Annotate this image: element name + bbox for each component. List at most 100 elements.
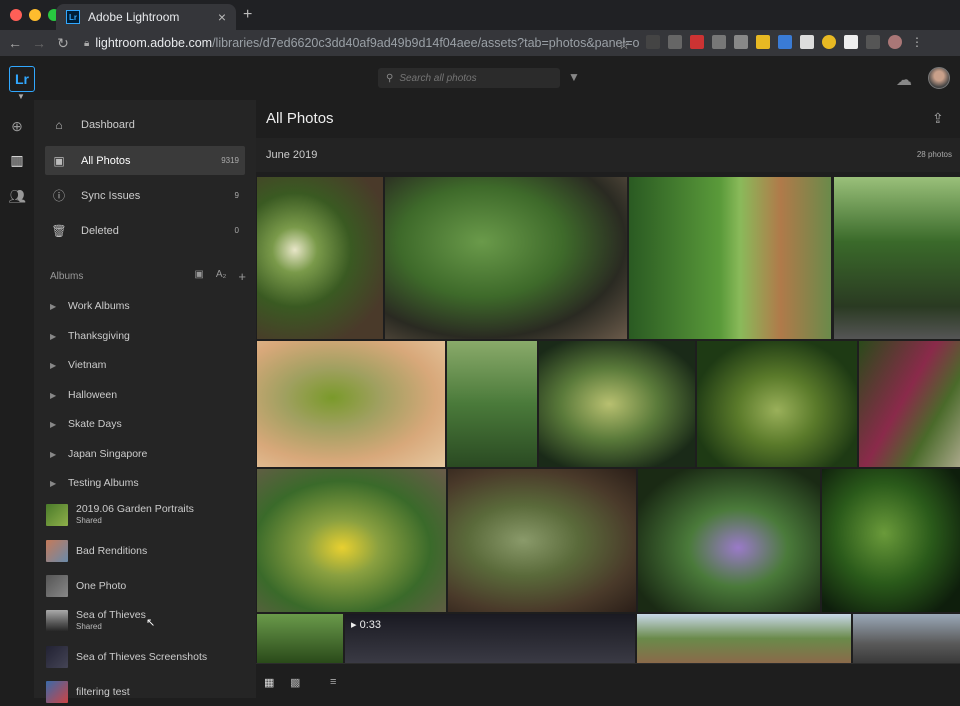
add-album-icon[interactable]: + [238, 269, 246, 284]
photo-thumbnail[interactable] [822, 469, 960, 612]
extension-icon[interactable] [800, 35, 814, 49]
folder-label: Vietnam [68, 359, 107, 371]
sidebar-item-count: 9 [234, 191, 239, 200]
album-item[interactable]: Bad Renditions [46, 537, 246, 565]
disclosure-triangle-icon[interactable]: ▶ [50, 479, 68, 488]
lightroom-logo[interactable]: Lr [9, 66, 35, 92]
search-box[interactable]: ⚲ [378, 68, 560, 88]
add-photos-icon[interactable]: ⊕ [8, 117, 26, 135]
photo-thumbnail[interactable] [539, 341, 695, 467]
folder-label: Work Albums [68, 300, 130, 312]
minimize-window-button[interactable] [29, 9, 41, 21]
search-input[interactable] [399, 72, 540, 84]
album-folder-row[interactable]: ▶ Thanksgiving [50, 326, 246, 346]
profile-avatar-icon[interactable] [888, 35, 902, 49]
extension-icon[interactable] [712, 35, 726, 49]
library-icon[interactable]: ▥ [8, 151, 26, 169]
photo-thumbnail[interactable] [629, 177, 831, 339]
album-view-icon[interactable]: ▣ [194, 269, 203, 284]
album-item[interactable]: 2019.06 Garden Portraits Shared [46, 501, 246, 529]
disclosure-triangle-icon[interactable]: ▶ [50, 450, 68, 459]
address-bar[interactable]: 🔒︎ lightroom.adobe.com/libraries/d7ed662… [84, 34, 640, 52]
sidebar-item-all-photos[interactable]: ▣ All Photos 9319 [45, 146, 245, 175]
album-folder-row[interactable]: ▶ Skate Days [50, 414, 246, 434]
album-shared-label: Shared [76, 516, 102, 525]
home-icon: ⌂ [55, 117, 63, 132]
date-section-header: June 2019 28 photos [256, 138, 960, 172]
grid-view-icon[interactable]: ▦ [264, 676, 274, 689]
extension-icon[interactable] [778, 35, 792, 49]
sidebar-item-deleted[interactable]: 🗑︎ Deleted 0 [45, 216, 245, 245]
photo-thumbnail[interactable] [447, 341, 537, 467]
album-item[interactable]: One Photo [46, 572, 246, 600]
photo-thumbnail[interactable] [637, 614, 851, 663]
disclosure-triangle-icon[interactable]: ▶ [50, 391, 68, 400]
extension-icon[interactable] [646, 35, 660, 49]
photo-thumbnail[interactable] [859, 341, 960, 467]
close-window-button[interactable] [10, 9, 22, 21]
left-rail: ⊕ ▥ 👥︎ [0, 100, 34, 698]
share-icon[interactable]: ⇪ [932, 110, 944, 127]
disclosure-triangle-icon[interactable]: ▶ [50, 420, 68, 429]
app-topbar: Lr ▼ ⚲ ▼ ☁ [0, 56, 960, 101]
photo-thumbnail[interactable] [853, 614, 960, 663]
disclosure-triangle-icon[interactable]: ▶ [50, 332, 68, 341]
filter-icon[interactable]: ▼ [568, 70, 580, 84]
tab-close-icon[interactable]: × [218, 9, 226, 25]
sidebar-item-label: All Photos [81, 154, 131, 167]
video-duration: 0:33 [359, 619, 381, 631]
album-folder-row[interactable]: ▶ Japan Singapore [50, 444, 246, 464]
cloud-sync-icon[interactable]: ☁ [896, 70, 912, 90]
alert-icon: ⓘ [52, 188, 65, 203]
disclosure-triangle-icon[interactable]: ▶ [50, 302, 68, 311]
mouse-cursor-icon: ↖ [146, 617, 156, 629]
photo-thumbnail[interactable] [638, 469, 820, 612]
browser-tab[interactable]: Lr Adobe Lightroom × [56, 4, 236, 30]
album-thumbnail [46, 610, 68, 632]
new-tab-icon[interactable]: + [243, 6, 252, 24]
album-folder-row[interactable]: ▶ Work Albums [50, 296, 246, 316]
extension-icon[interactable] [756, 35, 770, 49]
extension-icon[interactable] [668, 35, 682, 49]
photos-icon: ▣ [53, 153, 65, 168]
extension-icon[interactable] [690, 35, 704, 49]
url-host: lightroom.adobe.com [95, 36, 213, 50]
forward-icon[interactable]: → [27, 35, 51, 51]
lightroom-favicon-icon: Lr [66, 10, 80, 24]
photo-thumbnail[interactable] [448, 469, 636, 612]
photo-thumbnail[interactable] [257, 177, 383, 339]
photo-thumbnail[interactable] [257, 614, 343, 663]
photo-thumbnail[interactable] [697, 341, 857, 467]
sort-options-icon[interactable]: ≡ [330, 676, 336, 688]
photo-thumbnail[interactable] [385, 177, 627, 339]
albums-header: Albums ▣ A₂ + [50, 269, 246, 284]
folder-label: Skate Days [68, 418, 122, 430]
user-avatar[interactable] [928, 67, 950, 89]
extension-icon[interactable] [822, 35, 836, 49]
sort-icon[interactable]: A₂ [216, 269, 227, 284]
photo-thumbnail[interactable] [257, 469, 446, 612]
sidebar-item-sync-issues[interactable]: ⓘ Sync Issues 9 [45, 181, 245, 210]
albums-header-label: Albums [50, 271, 84, 282]
album-folder-row[interactable]: ▶ Halloween [50, 385, 246, 405]
square-grid-view-icon[interactable]: ▩ [290, 676, 300, 689]
extension-icon[interactable] [734, 35, 748, 49]
people-icon[interactable]: 👥︎ [8, 187, 26, 205]
back-icon[interactable]: ← [3, 35, 27, 51]
video-thumbnail[interactable]: ▸ 0:33 [345, 614, 635, 663]
browser-tab-bar: Lr Adobe Lightroom × + [0, 0, 960, 30]
trash-icon: 🗑︎ [51, 223, 67, 238]
sidebar-item-dashboard[interactable]: ⌂ Dashboard [45, 110, 245, 139]
menu-kebab-icon[interactable]: ⋮ [910, 35, 924, 49]
album-folder-row[interactable]: ▶ Vietnam [50, 355, 246, 375]
album-folder-row[interactable]: ▶ Testing Albums [50, 473, 246, 493]
photo-thumbnail[interactable] [257, 341, 445, 467]
bookmark-star-icon[interactable]: ☆ [612, 36, 636, 53]
album-item[interactable]: filtering test [46, 678, 246, 706]
album-item[interactable]: Sea of Thieves Screenshots [46, 643, 246, 671]
reload-icon[interactable]: ↻ [51, 35, 75, 52]
disclosure-triangle-icon[interactable]: ▶ [50, 361, 68, 370]
extension-icon[interactable] [866, 35, 880, 49]
extension-icon[interactable] [844, 35, 858, 49]
photo-thumbnail[interactable] [834, 177, 960, 339]
